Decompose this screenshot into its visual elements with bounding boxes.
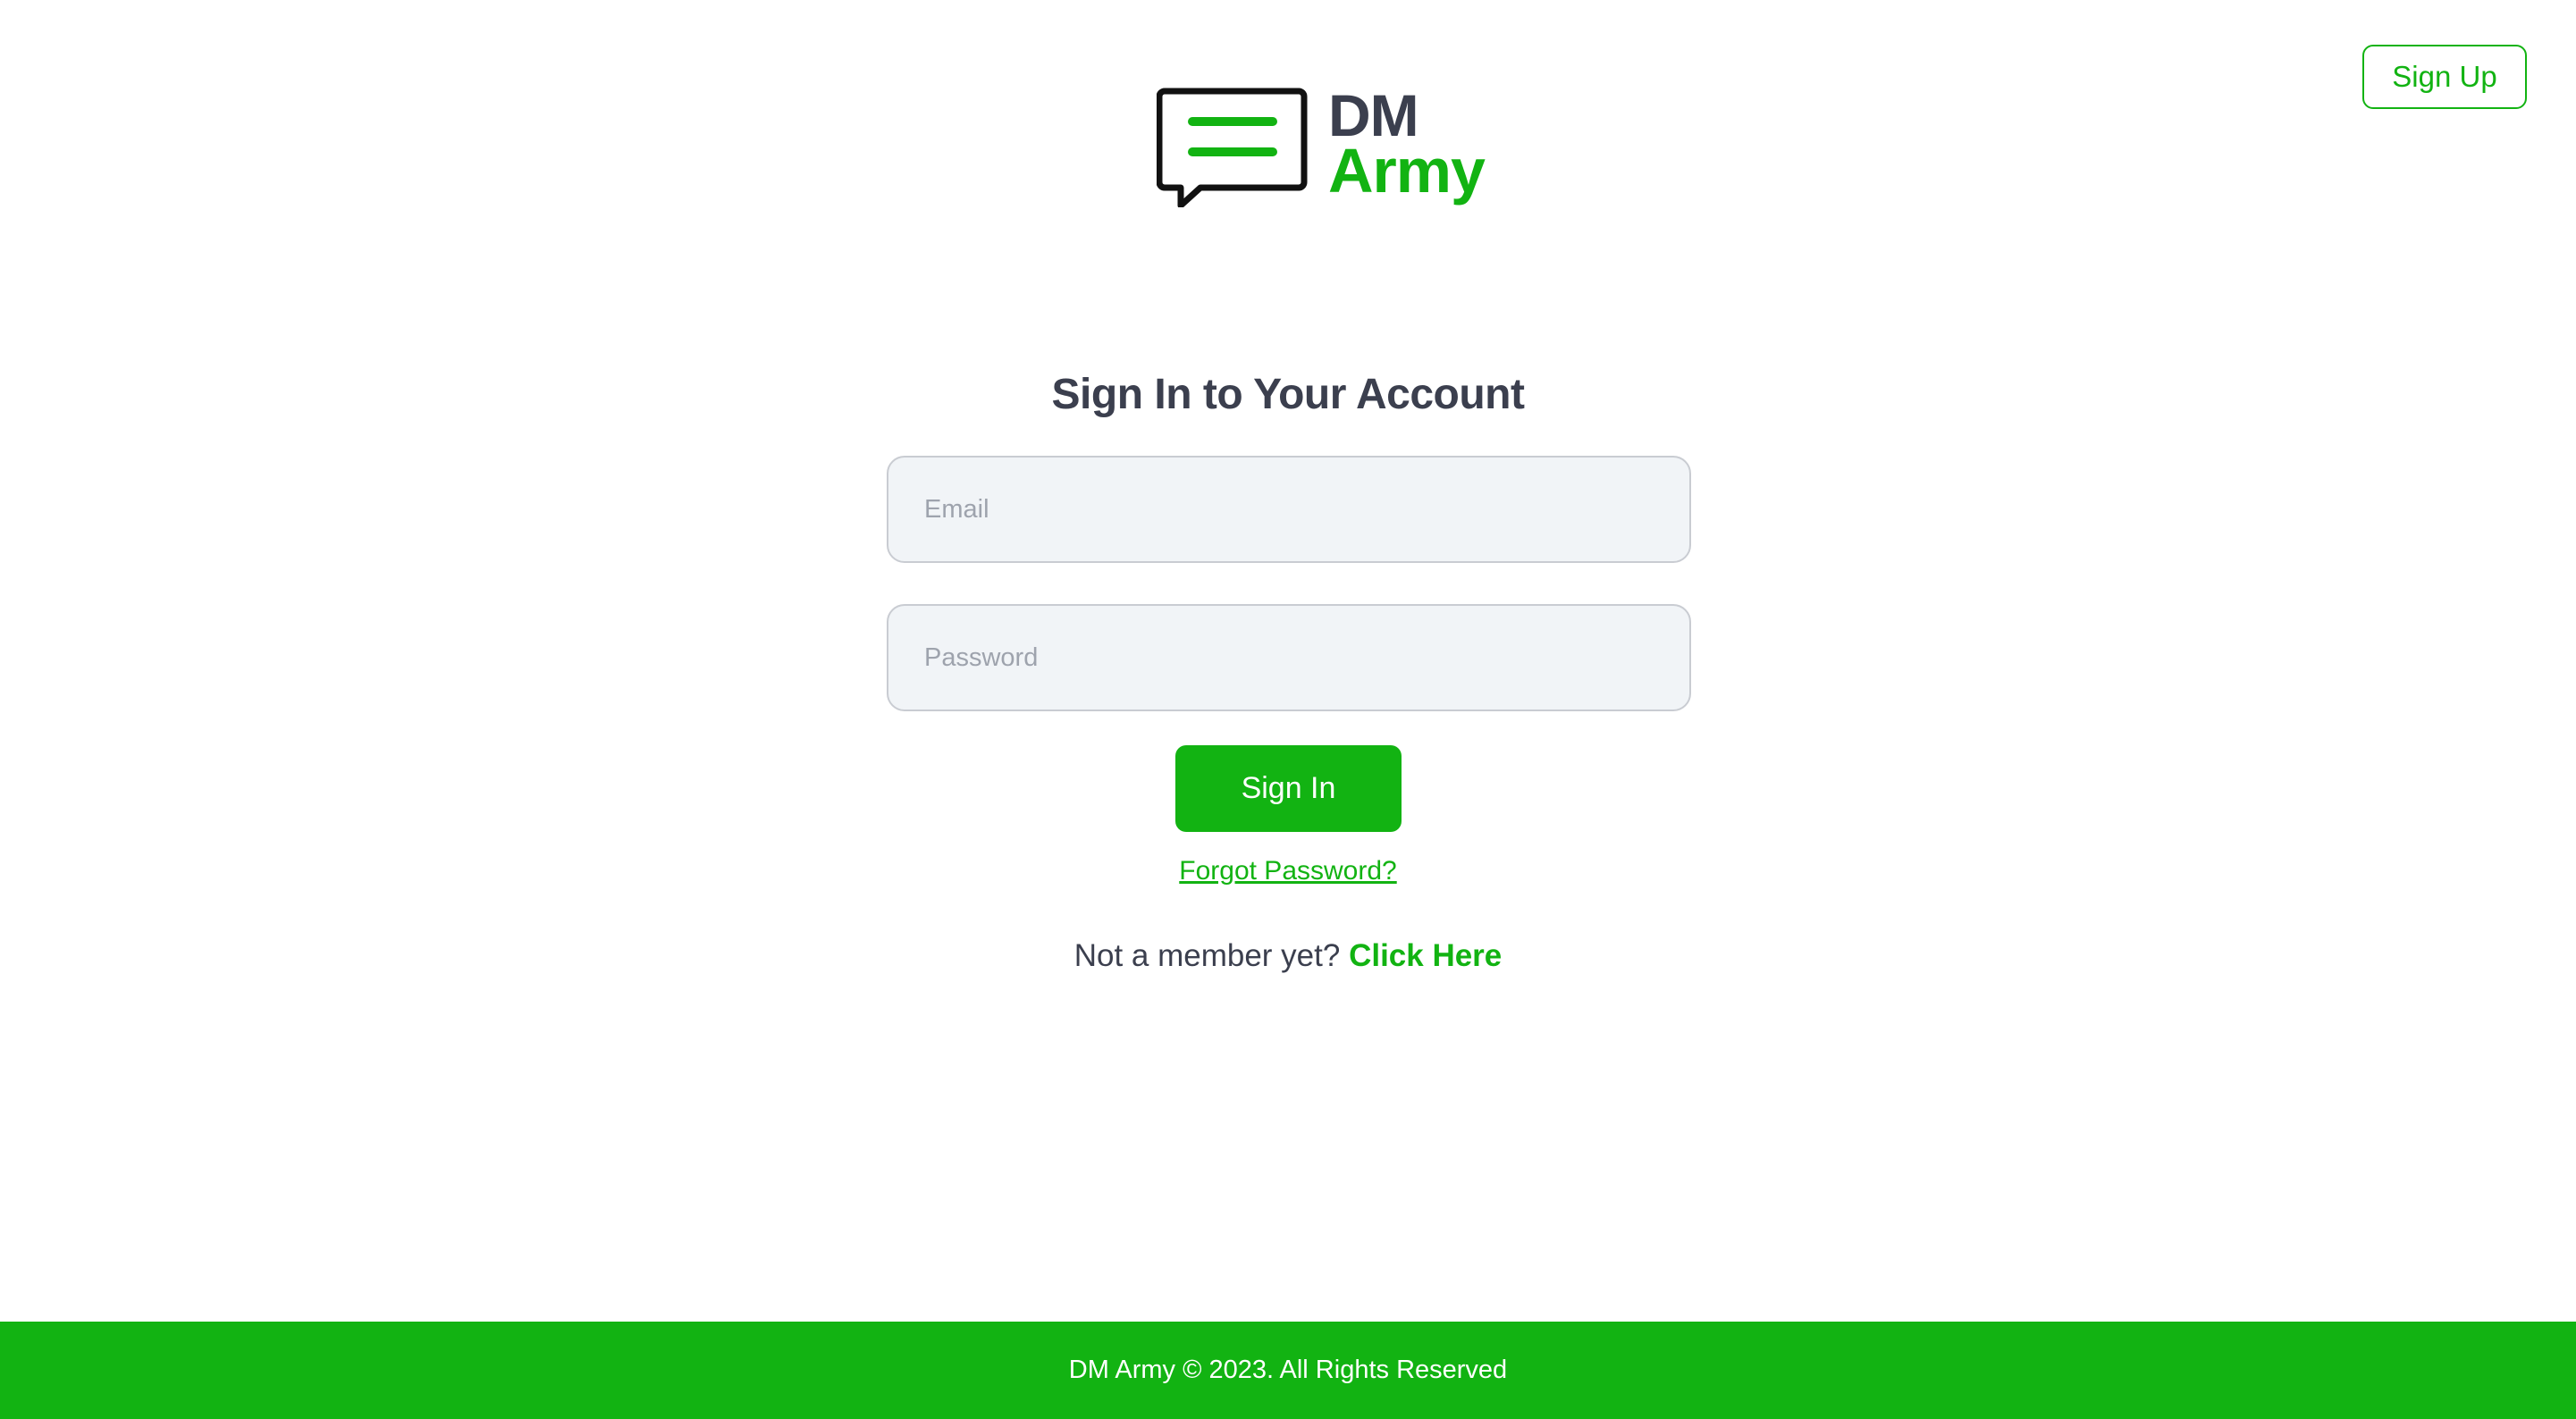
email-field[interactable]: [887, 456, 1691, 563]
logo-text-army: Army: [1328, 136, 1486, 206]
member-prompt-text: Not a member yet?: [1073, 938, 1350, 973]
logo: DM Army: [1157, 82, 1486, 207]
footer: DM Army © 2023. All Rights Reserved: [0, 1322, 2576, 1419]
password-field[interactable]: [887, 604, 1691, 711]
member-prompt-row: Not a member yet? Click Here: [0, 938, 2576, 974]
logo-wordmark: DM Army: [1328, 82, 1486, 206]
page-title: Sign In to Your Account: [1051, 371, 1525, 418]
chat-bubble-icon: [1157, 88, 1308, 207]
sign-in-button[interactable]: Sign In: [1175, 745, 1402, 832]
click-here-link[interactable]: Click Here: [1349, 938, 1502, 973]
footer-copyright: DM Army © 2023. All Rights Reserved: [1068, 1356, 1508, 1384]
forgot-password-link[interactable]: Forgot Password?: [1179, 856, 1396, 886]
forgot-password-row: Forgot Password?: [0, 856, 2576, 886]
sign-up-button[interactable]: Sign Up: [2362, 45, 2527, 109]
